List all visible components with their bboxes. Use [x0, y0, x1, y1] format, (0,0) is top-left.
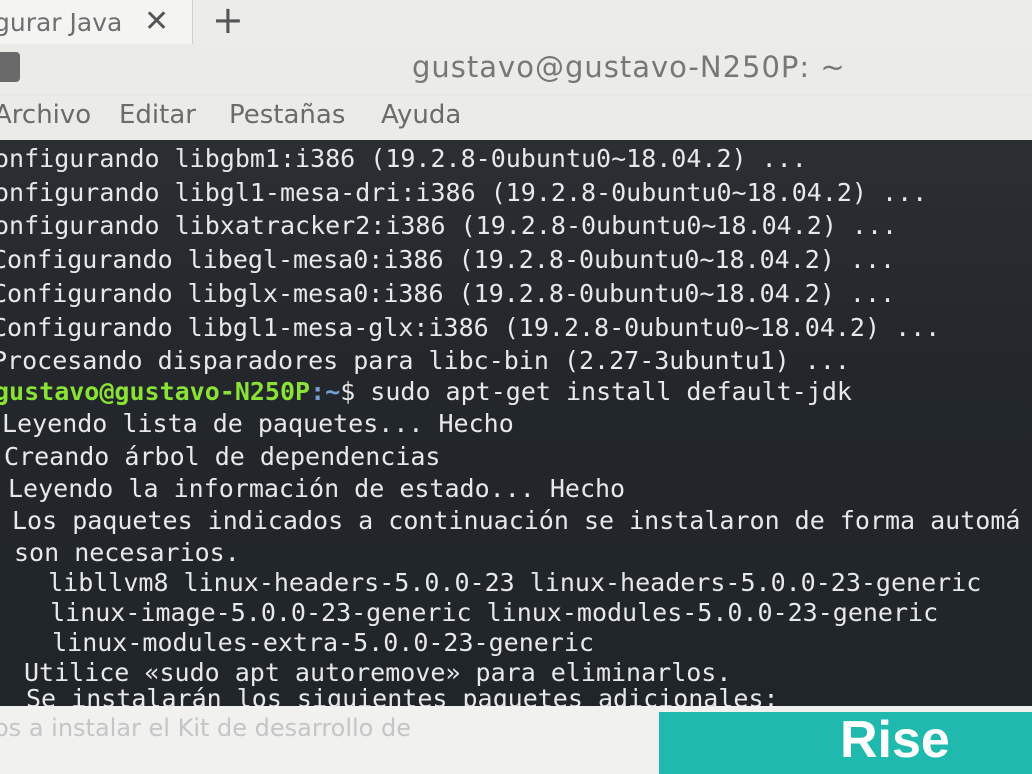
- terminal-line: Los paquetes indicados a continuación se…: [12, 506, 1021, 535]
- menu-archivo[interactable]: Archivo: [0, 100, 91, 130]
- terminal-line: Configurando libegl-mesa0:i386 (19.2.8-0…: [0, 245, 896, 274]
- tab-title: gurar Java: [0, 8, 123, 37]
- command-text: sudo apt-get install default-jdk: [355, 377, 852, 406]
- window-menu-button[interactable]: [0, 52, 20, 82]
- terminal-line: Leyendo lista de paquetes... Hecho: [2, 409, 514, 438]
- terminal-line: Configurando libgl1-mesa-glx:i386 (19.2.…: [0, 313, 941, 342]
- terminal-line: Creando árbol de dependencias: [4, 442, 441, 471]
- terminal-line: linux-image-5.0.0-23-generic linux-modul…: [20, 598, 939, 627]
- window-title: gustavo@gustavo-N250P: ~: [412, 50, 846, 84]
- terminal-tab[interactable]: gurar Java ✕: [0, 0, 193, 44]
- tab-bar: gurar Java ✕ +: [0, 0, 1032, 45]
- close-icon[interactable]: ✕: [144, 4, 169, 39]
- menu-pestanas[interactable]: Pestañas: [229, 100, 345, 130]
- terminal-line: Procesando disparadores para libc-bin (2…: [0, 346, 850, 375]
- menu-ayuda[interactable]: Ayuda: [381, 100, 461, 130]
- prompt-path: :~: [310, 377, 341, 406]
- terminal-output[interactable]: onfigurando libgbm1:i386 (19.2.8-0ubuntu…: [0, 140, 1032, 706]
- terminal-line: onfigurando libgl1-mesa-dri:i386 (19.2.8…: [0, 178, 928, 207]
- terminal-line: linux-modules-extra-5.0.0-23-generic: [22, 628, 594, 657]
- new-tab-icon[interactable]: +: [212, 0, 244, 42]
- prompt-symbol: $: [340, 377, 356, 406]
- terminal-line: onfigurando libxatracker2:i386 (19.2.8-0…: [0, 211, 898, 240]
- terminal-line: libllvm8 linux-headers-5.0.0-23 linux-he…: [18, 568, 982, 597]
- terminal-line: Leyendo la información de estado... Hech…: [8, 474, 626, 503]
- background-page-text: os a instalar el Kit de desarrollo de: [0, 714, 411, 742]
- prompt-line: gustavo@gustavo-N250P:~$ sudo apt-get in…: [0, 377, 852, 407]
- terminal-line: Se instalarán los siguientes paquetes ad…: [26, 684, 779, 706]
- terminal-line: onfigurando libgbm1:i386 (19.2.8-0ubuntu…: [0, 144, 807, 173]
- prompt-user: gustavo@gustavo-N250P: [0, 377, 311, 406]
- rise-card-label: Rise: [840, 711, 950, 769]
- terminal-line: son necesarios.: [14, 538, 240, 567]
- menu-editar[interactable]: Editar: [119, 100, 196, 130]
- terminal-line: Configurando libglx-mesa0:i386 (19.2.8-0…: [0, 279, 896, 308]
